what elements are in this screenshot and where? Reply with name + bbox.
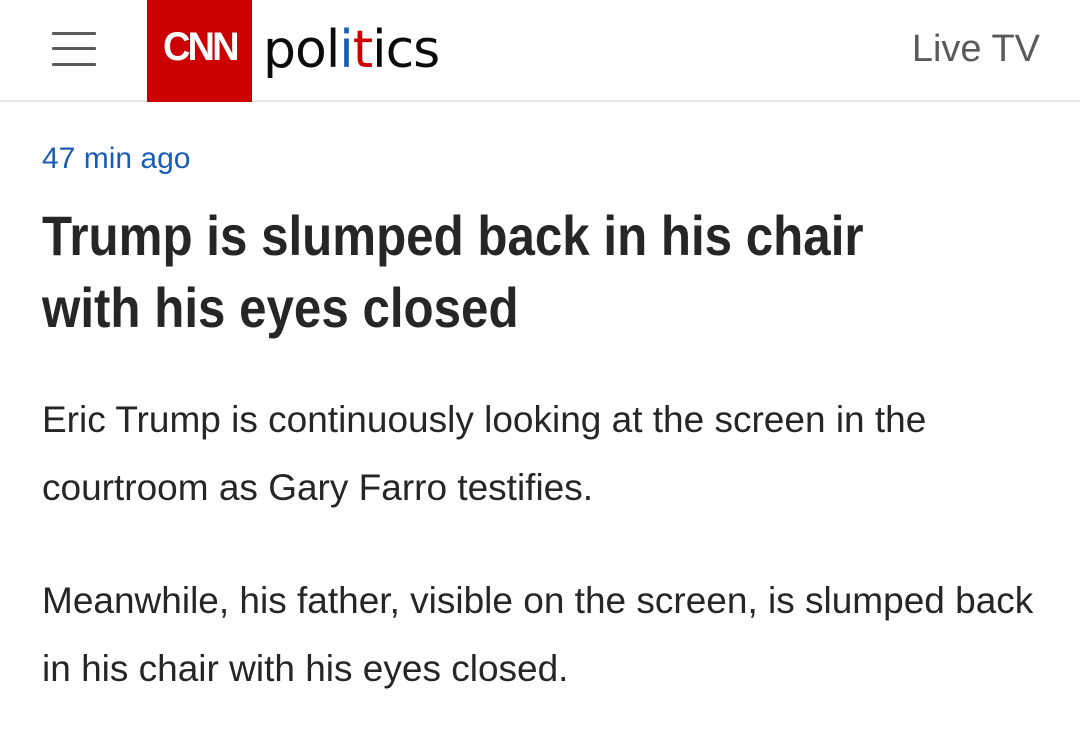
post-timestamp: 47 min ago [42,142,191,175]
top-nav-bar: CNN politics Live TV [0,0,1080,102]
live-tv-link[interactable]: Live TV [912,28,1040,71]
section-title-part: i [339,20,353,80]
menu-line [52,63,96,66]
article-headline: Trump is slumped back in his chair with … [42,204,864,339]
cnn-logo[interactable]: CNN [147,0,252,102]
menu-line [52,47,96,50]
menu-line [52,32,96,35]
section-title-part: pol [263,20,340,80]
hamburger-menu-icon[interactable] [52,28,96,72]
section-title-part: t [352,20,373,80]
article-paragraph: Meanwhile, his father, visible on the sc… [42,580,1034,689]
cnn-logo-text: CNN [162,24,240,69]
article-paragraph: Eric Trump is continuously looking at th… [42,399,927,508]
section-title-politics[interactable]: politics [263,10,440,90]
section-title-part: ics [372,20,440,80]
